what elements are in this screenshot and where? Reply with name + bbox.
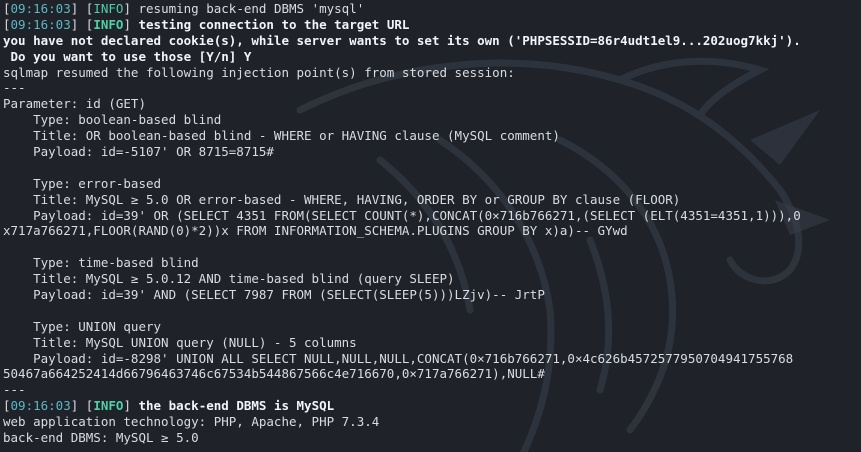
log-line: [09:16:03] [INFO] the back-end DBMS is M… [3, 398, 861, 414]
output-line: sqlmap resumed the following injection p… [3, 65, 861, 81]
log-level: INFO [93, 1, 124, 16]
output-text: x717a766271,FLOOR(RAND(0)*2))x FROM INFO… [3, 223, 628, 239]
bracket: [ [3, 16, 11, 32]
output-text: you have not declared cookie(s), while s… [3, 32, 801, 48]
output-line: --- [3, 80, 861, 96]
terminal-output: [09:16:03] [INFO] resuming back-end DBMS… [3, 1, 861, 446]
bracket: ] [123, 1, 131, 16]
output-text: Type: UNION query [3, 318, 162, 334]
output-line: you have not declared cookie(s), while s… [3, 33, 861, 49]
log-timestamp: 09:16:03 [10, 398, 71, 414]
output-line: x717a766271,FLOOR(RAND(0)*2))x FROM INFO… [3, 223, 861, 239]
output-line: Parameter: id (GET) [3, 96, 861, 112]
output-line: Payload: id=39' AND (SELECT 7987 FROM (S… [3, 287, 861, 303]
terminal-window[interactable]: [09:16:03] [INFO] resuming back-end DBMS… [0, 0, 861, 452]
output-line: Payload: id=-8298' UNION ALL SELECT NULL… [3, 351, 861, 367]
output-text: --- [3, 80, 26, 96]
output-line: Payload: id=39' OR (SELECT 4351 FROM(SEL… [3, 208, 861, 224]
output-text: Parameter: id (GET) [3, 96, 146, 112]
log-timestamp: 09:16:03 [10, 1, 71, 16]
log-line: [09:16:03] [INFO] testing connection to … [3, 17, 861, 33]
log-line: [09:16:03] [INFO] resuming back-end DBMS… [3, 1, 861, 17]
output-line: web application technology: PHP, Apache,… [3, 414, 861, 430]
output-text: sqlmap resumed the following injection p… [3, 64, 515, 80]
output-text: Title: MySQL ≥ 5.0 OR error-based - WHER… [3, 191, 681, 207]
output-text: Type: error-based [3, 175, 162, 191]
output-text: Type: time-based blind [3, 255, 199, 271]
output-text: Title: OR boolean-based blind - WHERE or… [3, 128, 560, 144]
output-text: web application technology: PHP, Apache,… [3, 414, 380, 430]
bracket: [ [3, 398, 11, 414]
bracket: ] [ [70, 398, 94, 414]
log-message: resuming back-end DBMS 'mysql' [130, 1, 365, 16]
output-line: Title: MySQL ≥ 5.0 OR error-based - WHER… [3, 192, 861, 208]
output-line: --- [3, 382, 861, 398]
output-text: Payload: id=-5107' OR 8715=8715# [3, 144, 274, 160]
output-line: Type: time-based blind [3, 255, 861, 271]
output-text: back-end DBMS: MySQL ≥ 5.0 [3, 430, 199, 446]
output-text: Type: boolean-based blind [3, 112, 222, 128]
output-line: Title: MySQL ≥ 5.0.12 AND time-based bli… [3, 271, 861, 287]
bracket: ] [123, 398, 131, 414]
output-text: --- [3, 382, 26, 398]
output-text: Payload: id=-8298' UNION ALL SELECT NULL… [3, 350, 794, 366]
output-line: 50467a664252414d66796463746c67534b544867… [3, 366, 861, 382]
output-line: back-end DBMS: MySQL ≥ 5.0 [3, 430, 861, 446]
output-text: 50467a664252414d66796463746c67534b544867… [3, 366, 545, 382]
bracket: ] [123, 16, 131, 32]
output-line: Type: error-based [3, 176, 861, 192]
output-text: Title: MySQL UNION query (NULL) - 5 colu… [3, 334, 357, 350]
log-message: testing connection to the target URL [130, 16, 410, 32]
output-text: Title: MySQL ≥ 5.0.12 AND time-based bli… [3, 271, 455, 287]
log-timestamp: 09:16:03 [10, 16, 71, 32]
bracket: ] [ [70, 16, 94, 32]
output-line: Payload: id=-5107' OR 8715=8715# [3, 144, 861, 160]
output-text: Payload: id=39' OR (SELECT 4351 FROM(SEL… [3, 207, 801, 223]
bracket: [ [3, 1, 11, 16]
bracket: ] [ [70, 1, 94, 16]
log-level: INFO [93, 16, 124, 32]
log-message: the back-end DBMS is MySQL [130, 398, 335, 414]
output-line: Title: OR boolean-based blind - WHERE or… [3, 128, 861, 144]
output-line: Do you want to use those [Y/n] Y [3, 49, 861, 65]
output-line: Type: boolean-based blind [3, 112, 861, 128]
output-line: Title: MySQL UNION query (NULL) - 5 colu… [3, 335, 861, 351]
output-line: Type: UNION query [3, 319, 861, 335]
output-text: Do you want to use those [Y/n] Y [3, 48, 252, 64]
log-level: INFO [93, 398, 124, 414]
output-text: Payload: id=39' AND (SELECT 7987 FROM (S… [3, 287, 545, 303]
